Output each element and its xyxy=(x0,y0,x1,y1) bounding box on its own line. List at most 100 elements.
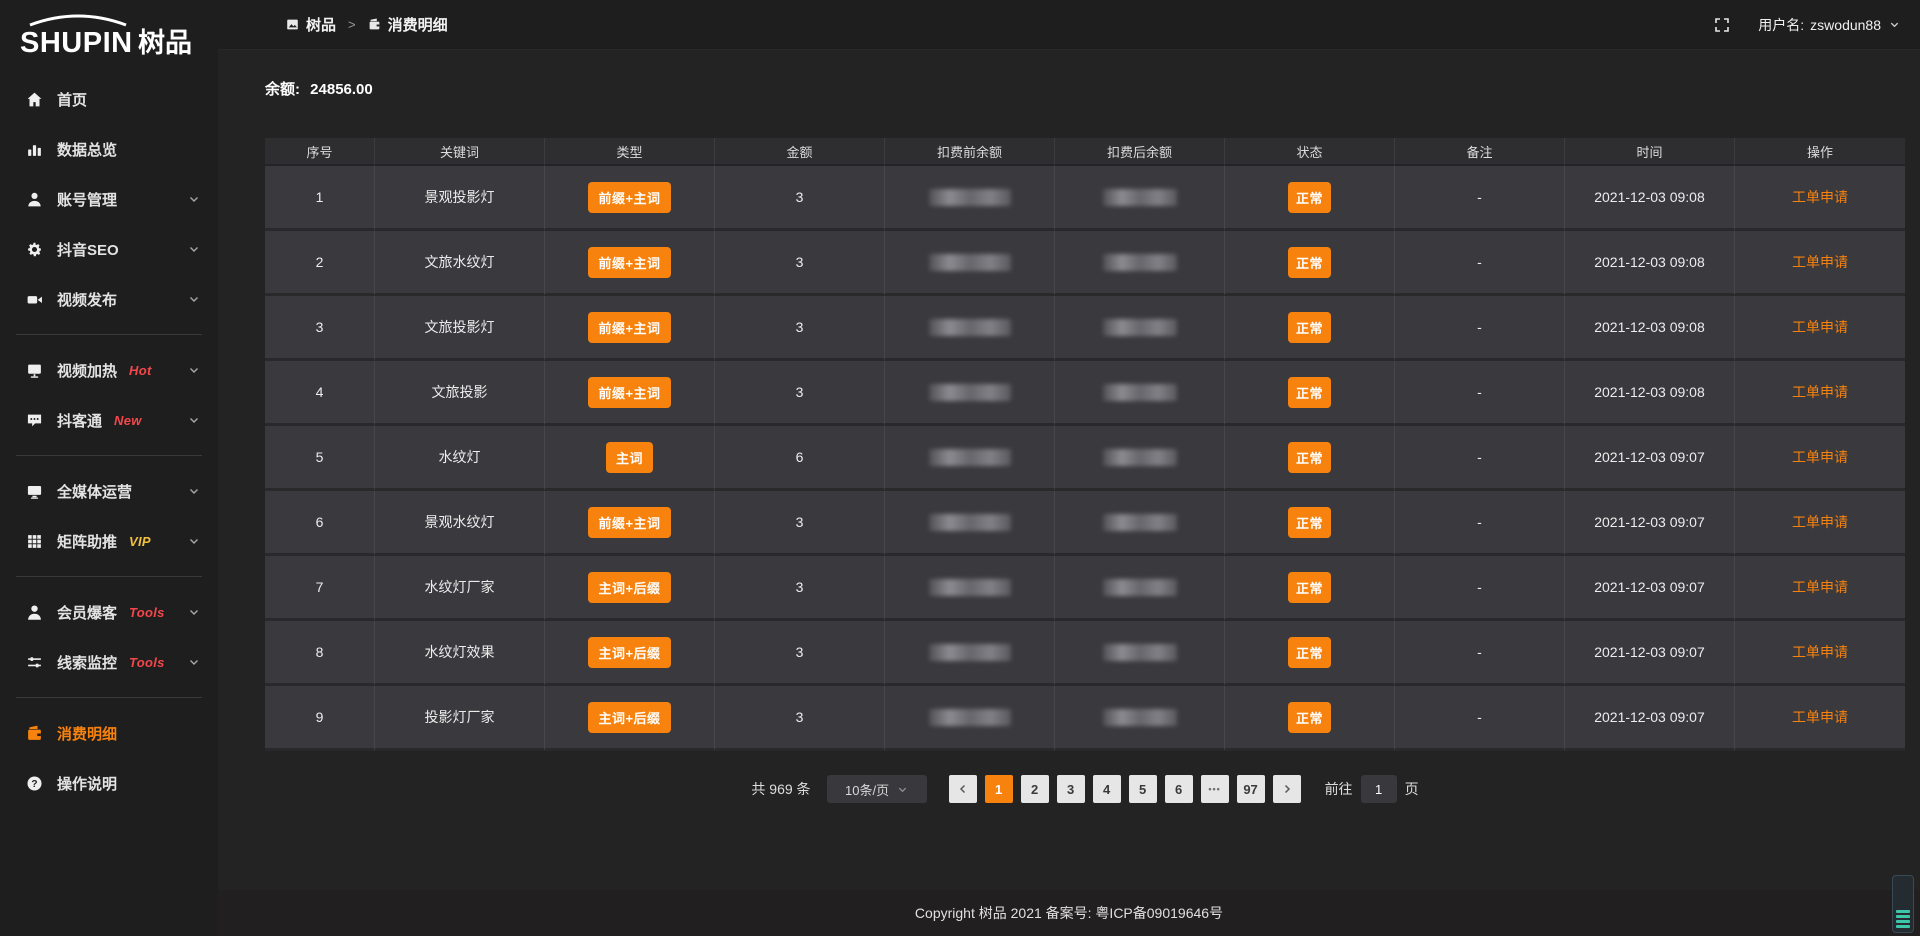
cell-status: 正常 xyxy=(1225,556,1395,621)
type-badge: 前缀+主词 xyxy=(588,182,670,213)
cell-remark: - xyxy=(1395,296,1565,361)
work-order-link[interactable]: 工单申请 xyxy=(1792,319,1848,335)
status-badge: 正常 xyxy=(1288,637,1331,668)
sidebar-item-home[interactable]: 首页 xyxy=(0,74,218,124)
sidebar-nav: 首页 数据总览 账号管理 抖音SEO xyxy=(0,66,218,808)
sidebar-item-matrix-boost[interactable]: 矩阵助推 VIP xyxy=(0,516,218,566)
topbar-right: 用户名: zswodun88 xyxy=(1714,15,1900,35)
cell-keyword: 文旅投影 xyxy=(375,361,545,426)
work-order-link[interactable]: 工单申请 xyxy=(1792,254,1848,270)
sidebar-item-account-management[interactable]: 账号管理 xyxy=(0,174,218,224)
chevron-down-icon xyxy=(188,414,200,426)
cell-amount: 3 xyxy=(715,361,885,426)
page-button-1[interactable]: 1 xyxy=(985,775,1013,803)
column-header: 关键词 xyxy=(375,138,545,166)
sidebar-item-all-media-operation[interactable]: 全媒体运营 xyxy=(0,466,218,516)
column-header: 金额 xyxy=(715,138,885,166)
cell-keyword: 水纹灯 xyxy=(375,426,545,491)
work-order-link[interactable]: 工单申请 xyxy=(1792,644,1848,660)
sidebar-item-member-burst[interactable]: 会员爆客 Tools xyxy=(0,587,218,637)
cell-time: 2021-12-03 09:07 xyxy=(1565,491,1735,556)
chat-widget[interactable] xyxy=(1892,875,1914,933)
sidebar-item-video-heating[interactable]: 视频加热 Hot xyxy=(0,345,218,395)
widget-stripe xyxy=(1896,915,1910,918)
cell-remark: - xyxy=(1395,426,1565,491)
chevron-left-icon xyxy=(957,783,969,795)
page-button-4[interactable]: 4 xyxy=(1093,775,1121,803)
cell-time: 2021-12-03 09:08 xyxy=(1565,296,1735,361)
cell-action: 工单申请 xyxy=(1735,166,1905,231)
goto-unit: 页 xyxy=(1405,779,1419,799)
breadcrumb-current[interactable]: 消费明细 xyxy=(388,14,448,35)
grid-icon xyxy=(25,532,43,550)
sidebar-item-douyin-seo[interactable]: 抖音SEO xyxy=(0,224,218,274)
cell-status: 正常 xyxy=(1225,166,1395,231)
cell-type: 主词 xyxy=(545,426,715,491)
sidebar-item-consumption-details[interactable]: 消费明细 xyxy=(0,708,218,758)
sliders-icon xyxy=(25,653,43,671)
gear-icon xyxy=(25,240,43,258)
blurred-value xyxy=(1103,319,1177,336)
table-row: 8 水纹灯效果 主词+后缀 3 正常 - 2021-12-03 09:07 工单… xyxy=(265,621,1905,686)
cell-amount: 3 xyxy=(715,231,885,296)
status-badge: 正常 xyxy=(1288,182,1331,213)
cell-type: 主词+后缀 xyxy=(545,556,715,621)
site-icon xyxy=(286,18,299,31)
page-button-6[interactable]: 6 xyxy=(1165,775,1193,803)
page-button-3[interactable]: 3 xyxy=(1057,775,1085,803)
sidebar-item-label: 线索监控 xyxy=(57,652,117,673)
work-order-link[interactable]: 工单申请 xyxy=(1792,514,1848,530)
sidebar-item-video-publish[interactable]: 视频发布 xyxy=(0,274,218,324)
sidebar-divider xyxy=(16,334,202,335)
blurred-value xyxy=(929,709,1011,726)
sidebar-item-data-overview[interactable]: 数据总览 xyxy=(0,124,218,174)
work-order-link[interactable]: 工单申请 xyxy=(1792,384,1848,400)
cell-action: 工单申请 xyxy=(1735,296,1905,361)
cell-time: 2021-12-03 09:08 xyxy=(1565,231,1735,296)
table-row: 7 水纹灯厂家 主词+后缀 3 正常 - 2021-12-03 09:07 工单… xyxy=(265,556,1905,621)
page-ellipsis-button[interactable]: ••• xyxy=(1201,775,1229,803)
cell-type: 前缀+主词 xyxy=(545,231,715,296)
vip-badge: VIP xyxy=(129,534,151,549)
user-menu[interactable]: 用户名: zswodun88 xyxy=(1758,15,1900,35)
bar-chart-icon xyxy=(25,140,43,158)
table-row: 9 投影灯厂家 主词+后缀 3 正常 - 2021-12-03 09:07 工单… xyxy=(265,686,1905,751)
sidebar-item-label: 抖客通 xyxy=(57,410,102,431)
prev-page-button[interactable] xyxy=(949,775,977,803)
cell-remark: - xyxy=(1395,686,1565,751)
blurred-value xyxy=(929,189,1011,206)
page-button-2[interactable]: 2 xyxy=(1021,775,1049,803)
work-order-link[interactable]: 工单申请 xyxy=(1792,709,1848,725)
cell-no: 4 xyxy=(265,361,375,426)
table-row: 6 景观水纹灯 前缀+主词 3 正常 - 2021-12-03 09:07 工单… xyxy=(265,491,1905,556)
cell-no: 5 xyxy=(265,426,375,491)
status-badge: 正常 xyxy=(1288,247,1331,278)
monitor-icon xyxy=(25,482,43,500)
cell-action: 工单申请 xyxy=(1735,556,1905,621)
breadcrumb: 树品 > 消费明细 xyxy=(286,14,448,35)
work-order-link[interactable]: 工单申请 xyxy=(1792,189,1848,205)
next-page-button[interactable] xyxy=(1273,775,1301,803)
sidebar-item-lead-monitoring[interactable]: 线索监控 Tools xyxy=(0,637,218,687)
page-button-5[interactable]: 5 xyxy=(1129,775,1157,803)
cell-type: 前缀+主词 xyxy=(545,296,715,361)
cell-time: 2021-12-03 09:08 xyxy=(1565,166,1735,231)
column-header: 类型 xyxy=(545,138,715,166)
page-button-97[interactable]: 97 xyxy=(1237,775,1265,803)
cell-action: 工单申请 xyxy=(1735,231,1905,296)
cell-keyword: 水纹灯厂家 xyxy=(375,556,545,621)
blurred-value xyxy=(1103,254,1177,271)
work-order-link[interactable]: 工单申请 xyxy=(1792,449,1848,465)
work-order-link[interactable]: 工单申请 xyxy=(1792,579,1848,595)
cell-balance-after xyxy=(1055,426,1225,491)
fullscreen-icon[interactable] xyxy=(1714,17,1730,33)
sidebar-item-instructions[interactable]: ? 操作说明 xyxy=(0,758,218,808)
sidebar-item-douketong[interactable]: 抖客通 New xyxy=(0,395,218,445)
goto-page-input[interactable]: 1 xyxy=(1361,775,1397,803)
page-size-select[interactable]: 10条/页 xyxy=(827,775,927,803)
breadcrumb-home[interactable]: 树品 xyxy=(306,14,336,35)
home-icon xyxy=(25,90,43,108)
cell-balance-before xyxy=(885,556,1055,621)
column-header: 状态 xyxy=(1225,138,1395,166)
topbar: 树品 > 消费明细 用户名: zswodun88 xyxy=(218,0,1920,50)
